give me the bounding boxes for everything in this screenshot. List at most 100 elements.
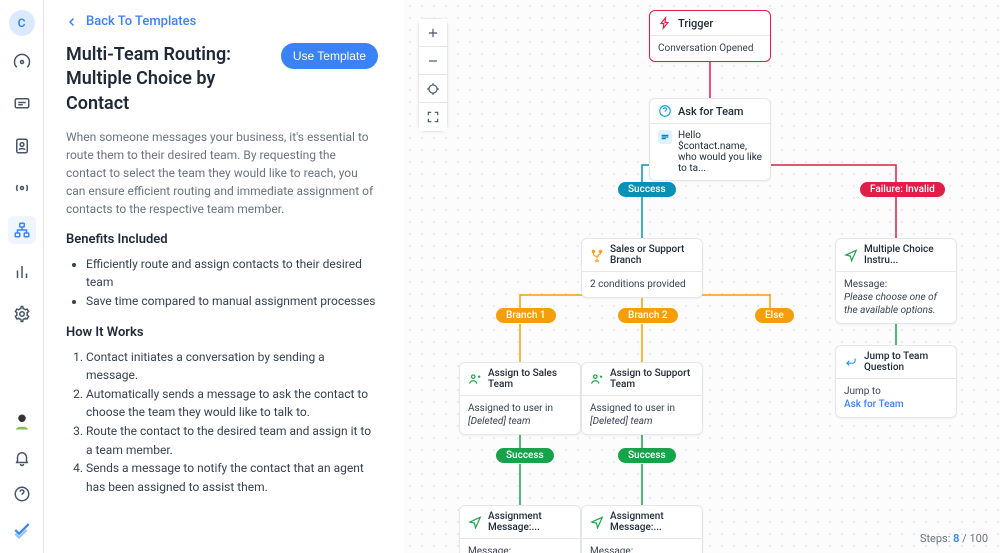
list-item: Contact initiates a conversation by send…: [86, 348, 378, 385]
chevron-left-icon: [66, 16, 78, 28]
node-body-line: Assigned to user in: [590, 402, 694, 415]
node-assignment-msg-1[interactable]: Assignment Message:... Message: You have…: [459, 505, 581, 553]
chip-success-support: Success: [618, 448, 676, 463]
jump-target-link[interactable]: Ask for Team: [844, 398, 948, 411]
send-icon: [590, 515, 604, 529]
zoom-in-button[interactable]: [419, 19, 447, 47]
use-template-button[interactable]: Use Template: [281, 43, 378, 69]
template-description: When someone messages your business, it'…: [66, 128, 378, 218]
node-assign-support[interactable]: Assign to Support Team Assigned to user …: [581, 362, 703, 435]
fullscreen-button[interactable]: [419, 103, 447, 131]
person-icon: [13, 413, 31, 431]
bar-chart-icon: [13, 263, 31, 281]
node-body-line: [Deleted] team: [590, 415, 694, 428]
how-it-works-list: Contact initiates a conversation by send…: [66, 348, 378, 497]
node-assign-sales[interactable]: Assign to Sales Team Assigned to user in…: [459, 362, 581, 435]
nav-help[interactable]: [13, 485, 31, 507]
nav-workflows[interactable]: [8, 216, 36, 244]
node-title: Multiple Choice Instru...: [864, 244, 948, 266]
chip-branch-2: Branch 2: [618, 308, 678, 323]
left-nav-rail: C: [0, 0, 44, 553]
node-branch[interactable]: Sales or Support Branch 2 conditions pro…: [581, 238, 703, 298]
nav-broadcast[interactable]: [8, 174, 36, 202]
back-to-templates-link[interactable]: Back To Templates: [66, 14, 378, 29]
node-trigger[interactable]: Trigger Conversation Opened: [649, 10, 771, 62]
node-title: Assign to Sales Team: [488, 368, 572, 390]
chip-branch-1: Branch 1: [496, 308, 556, 323]
send-icon: [844, 248, 858, 262]
plus-icon: [426, 26, 440, 40]
chip-failure-invalid: Failure: Invalid: [860, 182, 945, 197]
jump-icon: [844, 355, 858, 369]
node-title: Sales or Support Branch: [610, 244, 694, 266]
crosshair-icon: [426, 82, 440, 96]
nav-brand: [13, 521, 31, 543]
bolt-icon: [658, 16, 672, 30]
broadcast-icon: [13, 179, 31, 197]
branch-icon: [590, 248, 604, 262]
recenter-button[interactable]: [419, 75, 447, 103]
node-assignment-msg-2[interactable]: Assignment Message:... Message: You have…: [581, 505, 703, 553]
benefits-heading: Benefits Included: [66, 232, 378, 247]
node-title: Assign to Support Team: [610, 368, 694, 390]
nav-reports[interactable]: [8, 258, 36, 286]
node-ask-for-team[interactable]: Ask for Team Hello $contact.name, who wo…: [649, 98, 771, 181]
node-body-label: Message:: [468, 545, 572, 553]
list-item: Save time compared to manual assignment …: [86, 292, 378, 311]
chip-success-sales: Success: [496, 448, 554, 463]
user-assign-icon: [468, 372, 482, 386]
zoom-out-button[interactable]: [419, 47, 447, 75]
template-details-panel: Back To Templates Multi-Team Routing: Mu…: [44, 0, 404, 553]
node-body-label: Jump to: [844, 385, 948, 398]
steps-max: 100: [969, 532, 988, 545]
page-title: Multi-Team Routing: Multiple Choice by C…: [66, 43, 267, 116]
nav-notifications[interactable]: [13, 449, 31, 471]
gauge-icon: [13, 53, 31, 71]
nav-settings[interactable]: [8, 300, 36, 328]
workflow-canvas[interactable]: Trigger Conversation Opened Ask for Team…: [404, 0, 1000, 553]
nav-user-avatar[interactable]: [13, 413, 31, 435]
node-title: Jump to Team Question: [864, 351, 948, 373]
node-title: Ask for Team: [678, 105, 744, 118]
list-item: Efficiently route and assign contacts to…: [86, 255, 378, 292]
how-heading: How It Works: [66, 325, 378, 340]
nav-contacts[interactable]: [8, 132, 36, 160]
contact-icon: [13, 137, 31, 155]
steps-current: 8: [953, 532, 959, 545]
chip-success: Success: [618, 182, 676, 197]
node-body-label: Message:: [844, 278, 948, 291]
minus-icon: [426, 54, 440, 68]
nav-messages[interactable]: [8, 90, 36, 118]
node-body: 2 conditions provided: [582, 271, 702, 297]
workspace-avatar[interactable]: C: [9, 10, 35, 36]
nav-dashboard[interactable]: [8, 48, 36, 76]
node-body: Conversation Opened: [650, 35, 770, 61]
question-icon: [658, 104, 672, 118]
back-label: Back To Templates: [86, 14, 196, 29]
chip-else: Else: [755, 308, 794, 323]
gear-icon: [13, 305, 31, 323]
workflow-icon: [13, 221, 31, 239]
steps-counter: Steps: 8 / 100: [920, 532, 988, 545]
node-jump[interactable]: Jump to Team Question Jump to Ask for Te…: [835, 345, 957, 418]
chat-icon: [13, 95, 31, 113]
send-icon: [468, 515, 482, 529]
list-item: Sends a message to notify the contact th…: [86, 459, 378, 496]
node-body: Please choose one of the available optio…: [844, 291, 948, 317]
node-mc-instructions[interactable]: Multiple Choice Instru... Message: Pleas…: [835, 238, 957, 324]
list-item: Route the contact to the desired team an…: [86, 422, 378, 459]
node-body: Hello $contact.name, who would you like …: [678, 130, 762, 174]
node-body-label: Message:: [590, 545, 694, 553]
help-icon: [13, 485, 31, 503]
list-item: Automatically sends a message to ask the…: [86, 385, 378, 422]
node-title: Assignment Message:...: [610, 511, 694, 533]
node-body-line: Assigned to user in: [468, 402, 572, 415]
brand-check-icon: [13, 521, 31, 539]
node-title: Trigger: [678, 17, 713, 30]
expand-icon: [426, 110, 440, 124]
message-icon: [658, 130, 672, 144]
steps-label: Steps:: [920, 532, 950, 545]
canvas-controls: [418, 18, 448, 132]
node-title: Assignment Message:...: [488, 511, 572, 533]
user-assign-icon: [590, 372, 604, 386]
